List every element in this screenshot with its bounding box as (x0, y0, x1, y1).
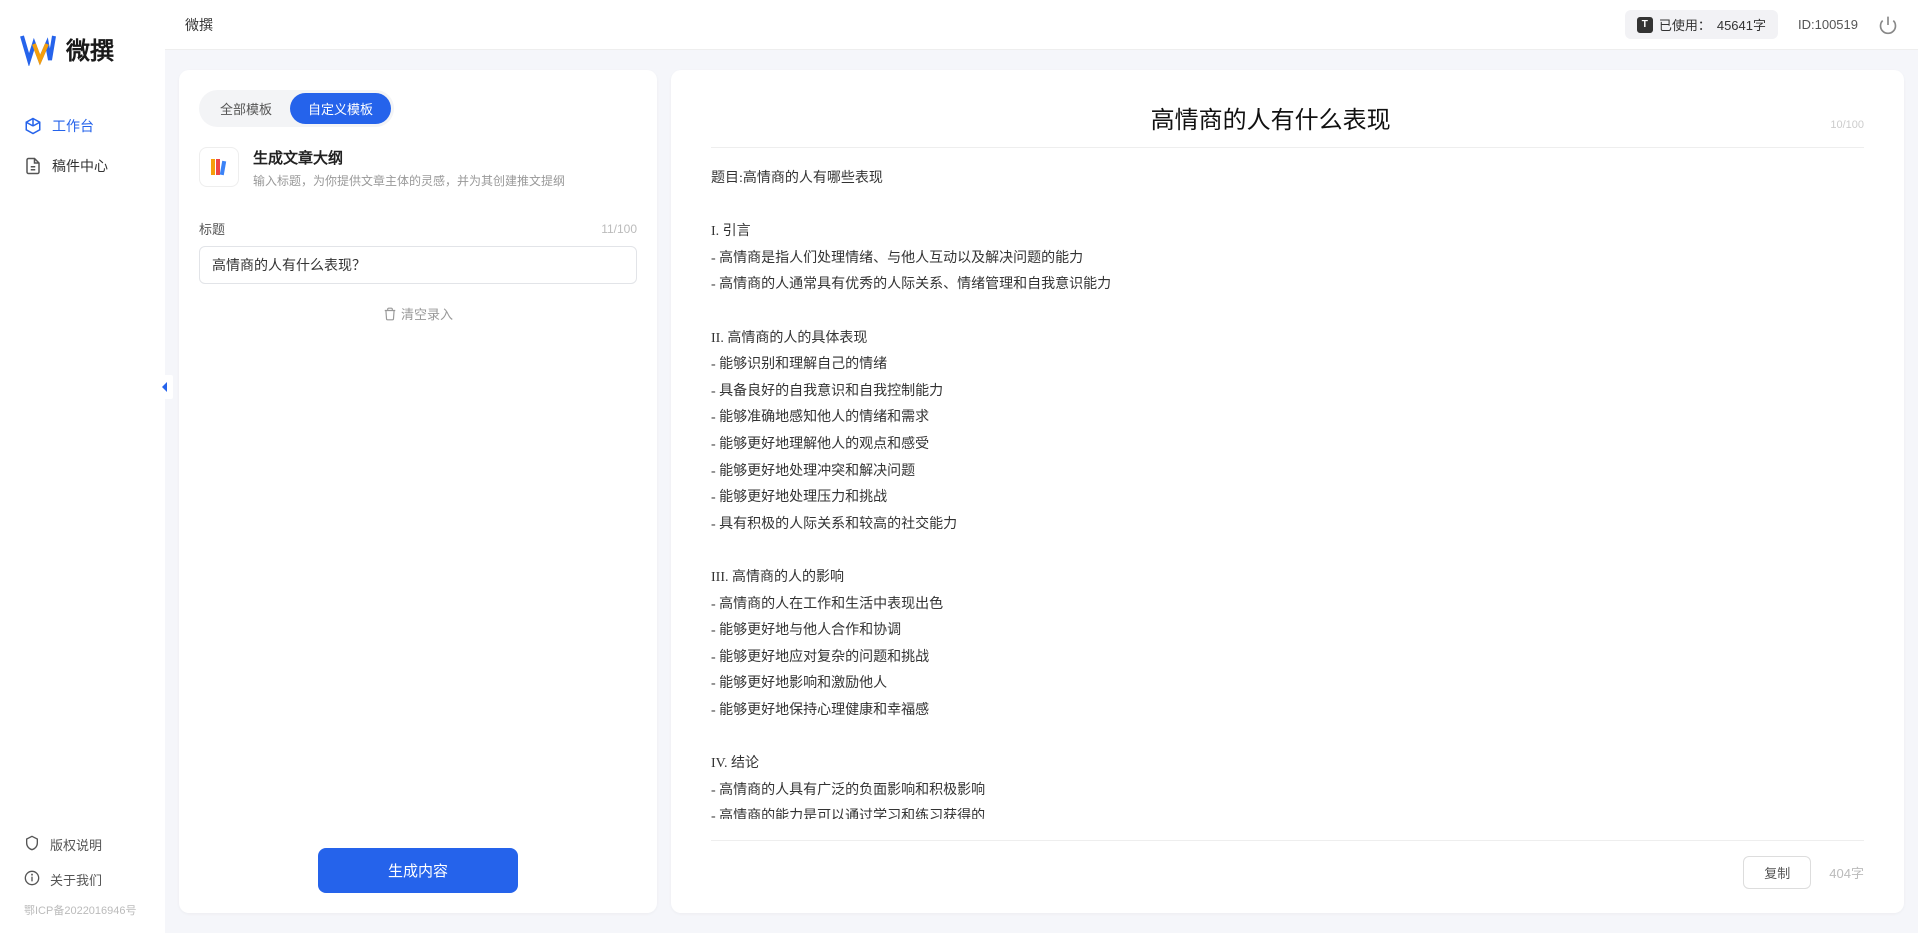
template-card: 生成文章大纲 输入标题，为你提供文章主体的灵感，并为其创建推文提纲 (199, 147, 637, 189)
nav-menu: 工作台 稿件中心 (0, 96, 165, 817)
shield-icon (24, 835, 40, 854)
logo: 微撰 (0, 0, 165, 96)
field-header: 标题 11/100 (199, 219, 637, 238)
result-body[interactable]: 题目:高情商的人有哪些表现 I. 引言 - 高情商是指人们处理情绪、与他人互动以… (711, 166, 1864, 819)
trash-icon (383, 307, 397, 321)
clear-button[interactable]: 清空录入 (199, 304, 637, 323)
footer-item-label: 版权说明 (50, 835, 102, 854)
document-icon (24, 157, 42, 175)
cube-icon (24, 117, 42, 135)
icp-info: 鄂ICP备2022016946号 (0, 897, 165, 918)
nav-item-drafts[interactable]: 稿件中心 (0, 146, 165, 186)
usage-pill[interactable]: T 已使用： 45641字 (1625, 10, 1778, 39)
breadcrumb: 微撰 (185, 15, 213, 35)
chevron-left-icon (160, 381, 170, 393)
result-title: 高情商的人有什么表现 (711, 100, 1830, 135)
template-title: 生成文章大纲 (253, 147, 565, 168)
info-icon (24, 870, 40, 889)
generate-button[interactable]: 生成内容 (318, 848, 518, 893)
result-footer: 复制 404字 (1743, 856, 1864, 889)
title-input[interactable] (199, 246, 637, 284)
user-id: ID:100519 (1798, 17, 1858, 32)
result-panel: 高情商的人有什么表现 10/100 题目:高情商的人有哪些表现 I. 引言 - … (671, 70, 1904, 913)
sidebar: 微撰 工作台 稿件中心 版权说明 (0, 0, 165, 933)
usage-value: 45641字 (1717, 15, 1766, 34)
topbar: 微撰 T 已使用： 45641字 ID:100519 (165, 0, 1918, 50)
footer-copyright[interactable]: 版权说明 (0, 827, 165, 862)
clear-label: 清空录入 (401, 304, 453, 323)
usage-label: 已使用： (1659, 15, 1711, 34)
books-icon (199, 147, 239, 187)
nav-item-label: 稿件中心 (52, 156, 108, 176)
logo-text: 微撰 (66, 31, 114, 66)
main: 微撰 T 已使用： 45641字 ID:100519 全部模板 自定义模板 (165, 0, 1918, 933)
result-head: 高情商的人有什么表现 10/100 (711, 100, 1864, 148)
footer-about[interactable]: 关于我们 (0, 862, 165, 897)
field-count: 11/100 (601, 222, 637, 236)
logo-icon (20, 30, 56, 66)
word-count: 404字 (1829, 863, 1864, 882)
template-tabs: 全部模板 自定义模板 (199, 90, 394, 127)
field-label: 标题 (199, 219, 225, 238)
sidebar-footer: 版权说明 关于我们 鄂ICP备2022016946号 (0, 817, 165, 933)
content-area: 全部模板 自定义模板 生成文章大纲 输入标题，为你提供文章主体的灵感，并为其创建… (165, 50, 1918, 933)
power-icon[interactable] (1878, 15, 1898, 35)
nav-item-label: 工作台 (52, 116, 94, 136)
nav-item-workspace[interactable]: 工作台 (0, 106, 165, 146)
divider (711, 840, 1864, 841)
template-desc: 输入标题，为你提供文章主体的灵感，并为其创建推文提纲 (253, 172, 565, 189)
tab-all-templates[interactable]: 全部模板 (202, 93, 290, 124)
text-badge-icon: T (1637, 17, 1653, 33)
topbar-right: T 已使用： 45641字 ID:100519 (1625, 10, 1898, 39)
sidebar-collapse-handle[interactable] (157, 375, 173, 399)
result-title-count: 10/100 (1830, 119, 1864, 131)
footer-item-label: 关于我们 (50, 870, 102, 889)
form-panel: 全部模板 自定义模板 生成文章大纲 输入标题，为你提供文章主体的灵感，并为其创建… (179, 70, 657, 913)
tab-custom-template[interactable]: 自定义模板 (290, 93, 391, 124)
copy-button[interactable]: 复制 (1743, 856, 1811, 889)
